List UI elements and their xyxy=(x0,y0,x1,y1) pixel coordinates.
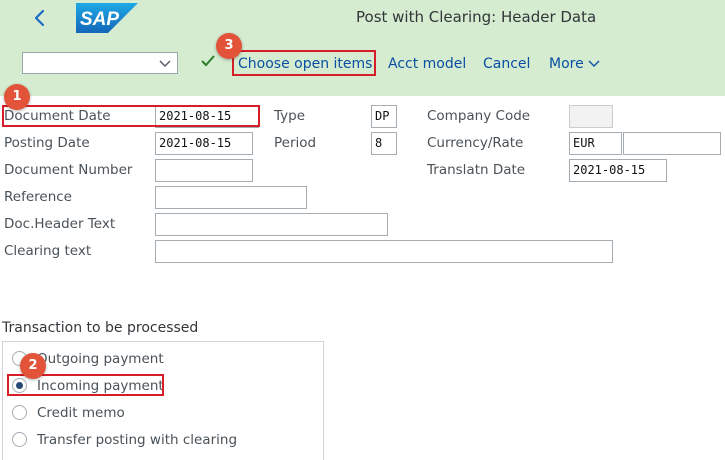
chevron-down-icon xyxy=(588,60,600,67)
currency-rate-label: Currency/Rate xyxy=(427,135,524,151)
title-bar: SAP Post with Clearing: Header Data xyxy=(0,0,725,36)
reference-field[interactable] xyxy=(155,186,307,209)
step-badge-3: 3 xyxy=(216,33,242,59)
back-arrow-icon[interactable] xyxy=(30,6,50,30)
radio-credit-memo[interactable] xyxy=(12,405,27,420)
clearing-text-field[interactable] xyxy=(155,240,613,263)
transaction-group-title: Transaction to be processed xyxy=(2,320,199,336)
sap-logo: SAP xyxy=(76,3,138,33)
translatn-date-field[interactable]: 2021-08-15 xyxy=(569,159,667,182)
chevron-down-icon[interactable] xyxy=(158,56,172,70)
translatn-date-label: Translatn Date xyxy=(427,162,526,178)
check-icon[interactable] xyxy=(200,53,216,69)
step-badge-1: 1 xyxy=(4,84,30,110)
svg-text:SAP: SAP xyxy=(80,9,119,30)
clearing-text-label: Clearing text xyxy=(4,243,92,259)
document-number-label: Document Number xyxy=(4,162,133,178)
type-label: Type xyxy=(274,108,306,124)
more-label: More xyxy=(549,56,584,72)
posting-date-field[interactable]: 2021-08-15 xyxy=(155,132,253,155)
company-code-field[interactable] xyxy=(569,105,613,128)
credit-memo-label[interactable]: Credit memo xyxy=(37,405,125,421)
cancel-button[interactable]: Cancel xyxy=(483,56,530,72)
acct-model-button[interactable]: Acct model xyxy=(388,56,466,72)
currency-field[interactable]: EUR xyxy=(569,132,622,155)
company-code-label: Company Code xyxy=(427,108,531,124)
outgoing-payment-label[interactable]: Outgoing payment xyxy=(37,351,164,367)
step-badge-2: 2 xyxy=(20,353,46,379)
doc-header-text-label: Doc.Header Text xyxy=(4,216,116,232)
type-field[interactable]: DP xyxy=(371,105,397,128)
reference-label: Reference xyxy=(4,189,72,205)
highlight-document-date xyxy=(2,105,260,127)
period-label: Period xyxy=(274,135,317,151)
radio-transfer-posting[interactable] xyxy=(12,432,27,447)
highlight-choose-open-items xyxy=(232,50,376,76)
rate-field[interactable] xyxy=(623,132,721,155)
page-title: Post with Clearing: Header Data xyxy=(356,8,597,26)
transfer-posting-label[interactable]: Transfer posting with clearing xyxy=(37,432,237,448)
document-number-field[interactable] xyxy=(155,159,253,182)
command-field[interactable] xyxy=(22,52,178,74)
doc-header-text-field[interactable] xyxy=(155,213,388,236)
more-button[interactable]: More xyxy=(549,56,600,72)
posting-date-label: Posting Date xyxy=(4,135,90,151)
period-field[interactable]: 8 xyxy=(371,132,397,155)
